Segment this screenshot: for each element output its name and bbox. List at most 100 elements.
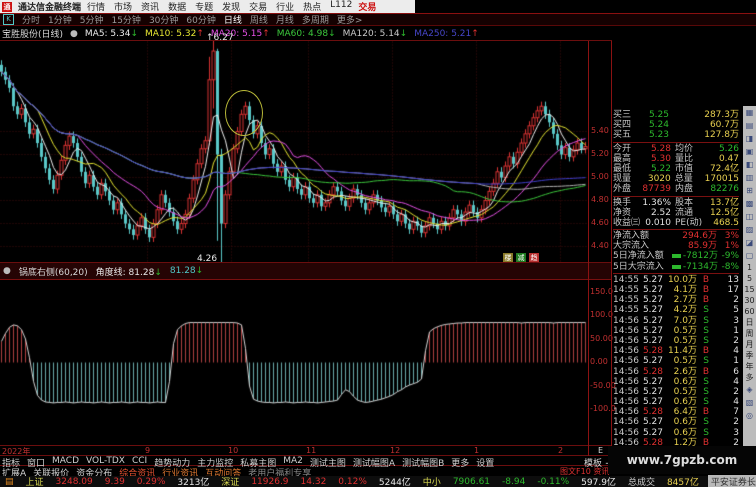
tab-更多[interactable]: 更多 bbox=[451, 456, 469, 469]
tab-设置[interactable]: 设置 bbox=[476, 456, 494, 469]
timeframe-5分钟[interactable]: 5分钟 bbox=[80, 13, 104, 26]
timeframe-30分钟[interactable]: 30分钟 bbox=[149, 13, 178, 26]
timeframe-日线[interactable]: 日线 bbox=[224, 13, 242, 26]
tick-row: 14:55 5.27 4.1万 B 17 bbox=[613, 285, 739, 295]
tool-icon[interactable]: ▤ bbox=[746, 119, 754, 132]
tab-私募主图[interactable]: 私募主图 bbox=[240, 456, 276, 469]
indicator-name[interactable]: 锅底右侧(60,20) bbox=[19, 265, 88, 278]
tab-老用户福利专享[interactable]: 老用户福利专享 bbox=[248, 466, 311, 479]
tick-time: 14:56 bbox=[613, 356, 639, 367]
bid-price: 5.24 bbox=[648, 120, 669, 131]
ma-legend-item: MA60: 4.98↓ bbox=[276, 28, 336, 39]
tab-趋势动力[interactable]: 趋势动力 bbox=[154, 456, 190, 469]
tab-测试主图[interactable]: 测试主图 bbox=[310, 456, 346, 469]
tab-VOL-TDX[interactable]: VOL-TDX bbox=[86, 456, 125, 466]
indicator-chart[interactable] bbox=[0, 282, 588, 445]
menu-item-trade-highlight[interactable]: 交易 bbox=[358, 0, 376, 13]
period-月[interactable]: 月 bbox=[746, 339, 754, 350]
menu-item-L112[interactable]: L112 bbox=[330, 0, 352, 13]
tick-row: 14:56 5.27 0.6万 S 2 bbox=[613, 417, 739, 427]
period-15[interactable]: 15 bbox=[744, 284, 754, 295]
timeframe-更多>[interactable]: 更多> bbox=[337, 13, 363, 26]
tick-vol: 10.0万 bbox=[667, 274, 697, 285]
menu-item-行业[interactable]: 行业 bbox=[276, 0, 294, 13]
tool-icon[interactable]: ▧ bbox=[746, 396, 754, 409]
tool-icon[interactable]: ◫ bbox=[746, 210, 754, 223]
period-季[interactable]: 季 bbox=[746, 350, 754, 361]
tab-CCI[interactable]: CCI bbox=[132, 456, 147, 466]
tool-icon[interactable]: ⊞ bbox=[746, 184, 753, 197]
kline-icon[interactable]: K bbox=[3, 14, 14, 25]
tick-vol: 6.4万 bbox=[673, 407, 697, 418]
status-item: 平安证券长沙行情 bbox=[707, 475, 756, 487]
candlestick-chart[interactable] bbox=[0, 41, 588, 263]
tab-测试幅图A[interactable]: 测试幅图A bbox=[353, 456, 395, 469]
stat-value: 12.5亿 bbox=[709, 207, 739, 218]
flow-bar-icon bbox=[672, 264, 681, 269]
period-年[interactable]: 年 bbox=[746, 361, 754, 372]
tool-icon[interactable]: ▦ bbox=[746, 106, 754, 119]
tab-综合资讯[interactable]: 综合资讯 bbox=[119, 466, 155, 479]
tab-指标[interactable]: 指标 bbox=[2, 456, 20, 469]
menu-item-专题[interactable]: 专题 bbox=[195, 0, 213, 13]
timeframe-15分钟[interactable]: 15分钟 bbox=[111, 13, 140, 26]
tick-time: 14:56 bbox=[613, 407, 639, 418]
stat-label: 现量 bbox=[613, 174, 632, 185]
period-周[interactable]: 周 bbox=[746, 328, 754, 339]
tick-time: 14:55 bbox=[613, 274, 639, 285]
tool-icon[interactable]: ◈ bbox=[746, 383, 752, 396]
tool-icon[interactable]: ◧ bbox=[746, 158, 754, 171]
menu-item-行情[interactable]: 行情 bbox=[87, 0, 105, 13]
tab-MACD[interactable]: MACD bbox=[52, 456, 79, 466]
high-price-label: ↑6.27 bbox=[206, 33, 234, 43]
timeframe-多周期[interactable]: 多周期 bbox=[302, 13, 329, 26]
stat-value: 87739 bbox=[642, 184, 671, 195]
tool-icon[interactable]: ▨ bbox=[746, 223, 754, 236]
tab-行业资讯[interactable]: 行业资讯 bbox=[162, 466, 198, 479]
stat-label: 均价 bbox=[675, 143, 694, 154]
tab-测试幅图B[interactable]: 测试幅图B bbox=[402, 456, 444, 469]
tool-icon[interactable]: ▣ bbox=[746, 145, 754, 158]
period-1[interactable]: 1 bbox=[747, 262, 752, 273]
timeframe-周线[interactable]: 周线 bbox=[250, 13, 268, 26]
tick-count: 3 bbox=[733, 315, 739, 326]
tick-row: 14:56 5.27 0.5万 S 1 bbox=[613, 326, 739, 336]
tab-窗口[interactable]: 窗口 bbox=[27, 456, 45, 469]
period-30[interactable]: 30 bbox=[744, 295, 754, 306]
drawing-ellipse-annotation[interactable] bbox=[225, 90, 263, 136]
tool-icon[interactable]: ◎ bbox=[746, 409, 753, 422]
tab-MA2[interactable]: MA2 bbox=[283, 456, 303, 466]
timeframe-1分钟[interactable]: 1分钟 bbox=[48, 13, 72, 26]
menu-item-资讯[interactable]: 资讯 bbox=[141, 0, 159, 13]
timeframe-60分钟[interactable]: 60分钟 bbox=[186, 13, 215, 26]
tab-扩展A[interactable]: 扩展A bbox=[2, 466, 26, 479]
tool-icon[interactable]: ▩ bbox=[746, 197, 754, 210]
stat-value: 72.4亿 bbox=[709, 163, 739, 174]
menu-item-发现[interactable]: 发现 bbox=[222, 0, 240, 13]
tab-关联报价[interactable]: 关联报价 bbox=[33, 466, 69, 479]
tool-icon[interactable]: ▥ bbox=[746, 171, 754, 184]
tick-time: 14:55 bbox=[613, 285, 639, 295]
tool-icon[interactable]: ▢ bbox=[746, 249, 754, 262]
menu-item-市场[interactable]: 市场 bbox=[114, 0, 132, 13]
menu-item-交易[interactable]: 交易 bbox=[249, 0, 267, 13]
timeframe-月线[interactable]: 月线 bbox=[276, 13, 294, 26]
tool-icon[interactable]: ◪ bbox=[746, 236, 754, 249]
period-5[interactable]: 5 bbox=[747, 273, 752, 284]
menu-item-数据[interactable]: 数据 bbox=[168, 0, 186, 13]
tool-icon[interactable]: ◨ bbox=[746, 132, 754, 145]
tick-count: 2 bbox=[733, 335, 739, 346]
tab-互动问答[interactable]: 互动问答 bbox=[205, 466, 241, 479]
tab-资金分布[interactable]: 资金分布 bbox=[76, 466, 112, 479]
tick-side: B bbox=[702, 366, 709, 377]
period-日[interactable]: 日 bbox=[746, 317, 754, 328]
stat-label: 内盘 bbox=[675, 184, 694, 195]
tick-side: B bbox=[702, 346, 709, 357]
stat-label: 市值 bbox=[675, 163, 694, 174]
tab-主力监控[interactable]: 主力监控 bbox=[197, 456, 233, 469]
timeframe-分时[interactable]: 分时 bbox=[22, 13, 40, 26]
date-label-1: 1 bbox=[474, 446, 480, 455]
menu-item-热点[interactable]: 热点 bbox=[303, 0, 321, 13]
period-多[interactable]: 多 bbox=[746, 372, 754, 383]
period-60[interactable]: 60 bbox=[744, 306, 754, 317]
